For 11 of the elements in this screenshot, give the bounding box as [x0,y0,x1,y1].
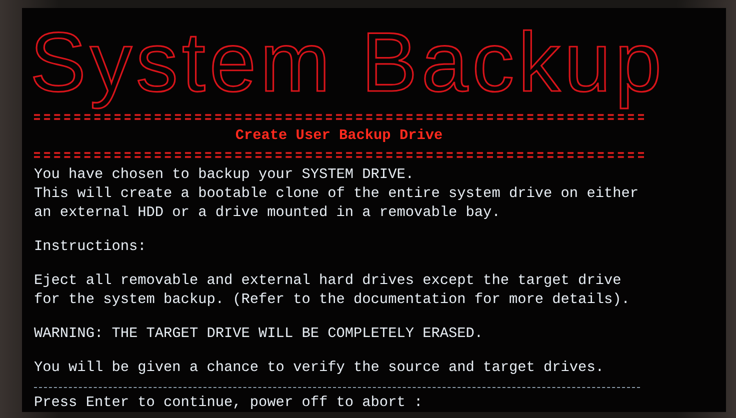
text-line: You have chosen to backup your SYSTEM DRIVE. [34,166,414,185]
text-line: for the system backup. (Refer to the documentation for more details). [34,291,630,310]
banner-title: System Backup [30,16,666,108]
text-line: Eject all removable and external hard drives except the target drive [34,272,622,291]
text-line: WARNING: THE TARGET DRIVE WILL BE COMPLETELY ERASED. [34,325,484,344]
screen-heading: Create User Backup Drive [234,127,444,146]
text-line: Instructions: [34,238,146,257]
text-line: This will create a bootable clone of the entire system drive on either [34,185,639,204]
prompt-text: Press Enter to continue, power off to abort : [34,394,423,413]
text-line: an external HDD or a drive mounted in a removable bay. [34,204,500,223]
text-line: You will be given a chance to verify the source and target drives. [34,359,604,378]
